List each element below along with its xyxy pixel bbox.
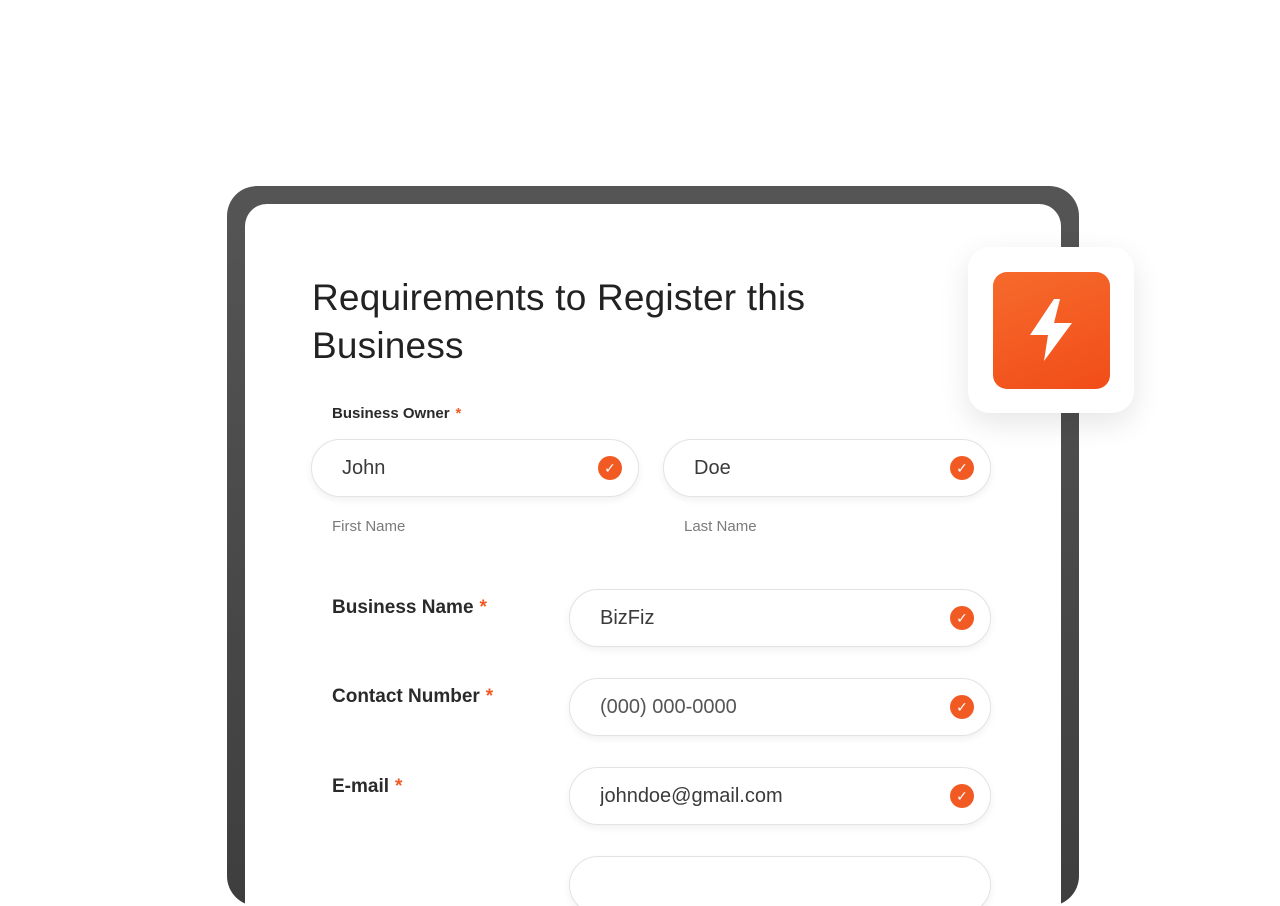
check-circle-icon: ✓	[950, 695, 974, 719]
first-name-sublabel: First Name	[332, 518, 406, 535]
form-screen: Requirements to Register this Business B…	[245, 204, 1061, 906]
contact-number-label-text: Contact Number	[332, 686, 480, 707]
last-name-input[interactable]: Doe ✓	[663, 439, 991, 497]
lightning-bolt-icon	[1030, 299, 1072, 361]
form-title: Requirements to Register this Business	[312, 277, 806, 366]
business-name-value: BizFiz	[600, 606, 655, 629]
check-circle-icon: ✓	[950, 606, 974, 630]
email-input[interactable]: johndoe@gmail.com ✓	[569, 767, 991, 825]
app-badge-card	[968, 247, 1134, 413]
check-circle-icon: ✓	[950, 784, 974, 808]
device-frame: Requirements to Register this Business B…	[227, 186, 1079, 906]
business-name-label-text: Business Name	[332, 597, 474, 618]
email-label-text: E-mail	[332, 776, 390, 797]
email-value: johndoe@gmail.com	[600, 784, 783, 807]
app-badge	[992, 271, 1110, 389]
business-owner-label-text: Business Owner	[332, 405, 450, 422]
first-name-input[interactable]: John ✓	[311, 439, 639, 497]
check-circle-icon: ✓	[950, 456, 974, 480]
first-name-value: John	[342, 456, 386, 479]
required-marker: *	[395, 776, 403, 797]
last-name-value: Doe	[694, 456, 731, 479]
check-circle-icon: ✓	[598, 456, 622, 480]
contact-number-value: (000) 000-0000	[600, 695, 737, 718]
required-marker: *	[485, 686, 494, 707]
business-name-label: Business Name *	[332, 597, 487, 619]
business-name-input[interactable]: BizFiz ✓	[569, 589, 991, 647]
required-marker: *	[455, 405, 462, 422]
email-label: E-mail *	[332, 776, 402, 798]
contact-number-label: Contact Number *	[332, 686, 493, 708]
contact-number-input[interactable]: (000) 000-0000 ✓	[569, 678, 991, 736]
next-field-input[interactable]	[569, 856, 991, 906]
required-marker: *	[479, 597, 487, 618]
business-owner-label: Business Owner *	[332, 405, 461, 422]
last-name-sublabel: Last Name	[684, 518, 757, 535]
